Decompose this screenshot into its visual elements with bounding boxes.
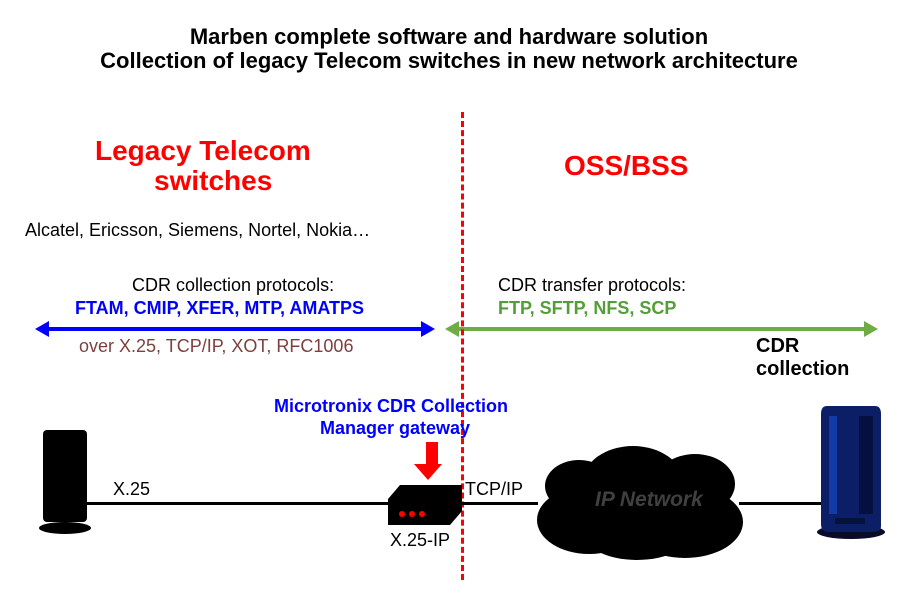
legacy-header-2: switches [154, 165, 272, 197]
cdr-collection-label-2: collection [756, 358, 849, 381]
ossbss-header: OSS/BSS [564, 150, 688, 182]
diagram-canvas: Marben complete software and hardware so… [0, 0, 898, 608]
vendors-list: Alcatel, Ericsson, Siemens, Nortel, Noki… [25, 220, 370, 241]
switch-icon [35, 424, 95, 539]
ip-network-label: IP Network [595, 488, 703, 512]
title-line-1: Marben complete software and hardware so… [0, 24, 898, 50]
down-arrow-red-icon [422, 442, 442, 480]
link-line-x25 [85, 502, 388, 505]
cdr-collection-label-1: CDR [756, 335, 799, 358]
collection-protocols-list: FTAM, CMIP, XFER, MTP, AMATPS [75, 298, 364, 319]
gateway-caption: X.25-IP [390, 530, 450, 551]
link-label-x25: X.25 [113, 479, 150, 500]
link-label-tcpip: TCP/IP [465, 479, 523, 500]
gateway-label-1: Microtronix CDR Collection [274, 396, 508, 417]
gateway-label-2: Manager gateway [320, 418, 470, 439]
transfer-protocols-header: CDR transfer protocols: [498, 275, 686, 296]
over-transport-list: over X.25, TCP/IP, XOT, RFC1006 [79, 336, 353, 357]
transfer-protocols-list: FTP, SFTP, NFS, SCP [498, 298, 676, 319]
title-line-2: Collection of legacy Telecom switches in… [0, 48, 898, 74]
collection-protocols-header: CDR collection protocols: [132, 275, 334, 296]
double-arrow-green-icon [455, 327, 868, 331]
router-icon [386, 481, 464, 534]
double-arrow-blue-icon [45, 327, 425, 331]
legacy-header-1: Legacy Telecom [95, 135, 311, 167]
server-icon [815, 400, 887, 545]
